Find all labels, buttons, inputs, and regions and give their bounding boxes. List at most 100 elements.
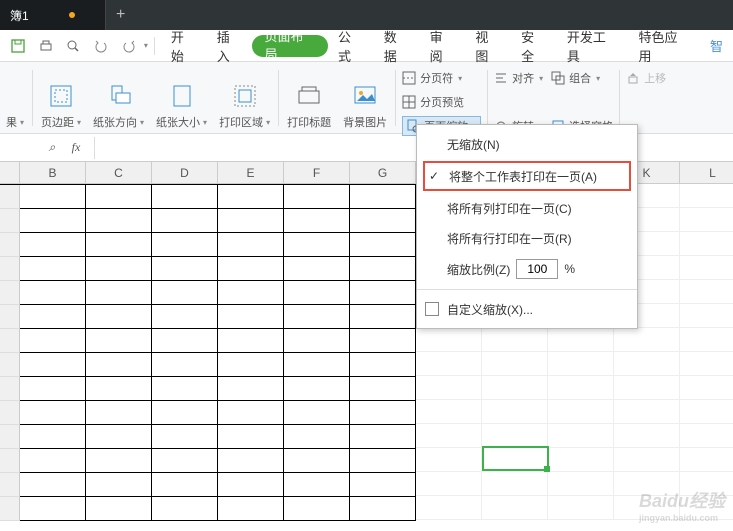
cell[interactable] — [218, 185, 284, 209]
table-row[interactable] — [0, 473, 416, 497]
table-row[interactable] — [0, 449, 416, 473]
cell[interactable] — [152, 401, 218, 425]
table-row[interactable] — [0, 329, 416, 353]
dd-fit-rows[interactable]: 将所有行打印在一页(R) — [417, 223, 637, 253]
cell[interactable] — [152, 353, 218, 377]
cell[interactable] — [680, 352, 733, 376]
col-header[interactable]: L — [680, 162, 733, 183]
menu-review[interactable]: 审阅 — [420, 30, 466, 62]
cell[interactable] — [20, 233, 86, 257]
cell[interactable] — [152, 281, 218, 305]
col-header[interactable]: G — [350, 162, 416, 183]
table-row[interactable] — [416, 400, 733, 424]
workbook-tab[interactable]: 簿1 — [0, 0, 106, 30]
cell[interactable] — [86, 425, 152, 449]
cell[interactable] — [350, 473, 416, 497]
ribbon-group[interactable]: 组合▾ — [551, 68, 613, 88]
cell[interactable] — [284, 473, 350, 497]
cell[interactable] — [350, 425, 416, 449]
table-row[interactable] — [0, 305, 416, 329]
cell[interactable] — [350, 209, 416, 233]
cell[interactable] — [614, 448, 680, 472]
cell[interactable] — [152, 425, 218, 449]
cell[interactable] — [284, 377, 350, 401]
menu-security[interactable]: 安全 — [511, 30, 557, 62]
cell[interactable] — [350, 329, 416, 353]
cell[interactable] — [416, 352, 482, 376]
cell[interactable] — [614, 352, 680, 376]
cell[interactable] — [284, 353, 350, 377]
table-row[interactable] — [0, 377, 416, 401]
cell[interactable] — [218, 233, 284, 257]
col-header[interactable]: B — [20, 162, 86, 183]
menu-smart[interactable]: 智 — [700, 30, 733, 62]
cell[interactable] — [350, 257, 416, 281]
cell[interactable] — [548, 376, 614, 400]
menu-insert[interactable]: 插入 — [207, 30, 253, 62]
cell[interactable] — [218, 305, 284, 329]
cell[interactable] — [680, 424, 733, 448]
cell[interactable] — [284, 257, 350, 281]
save-icon[interactable] — [6, 34, 30, 58]
cell[interactable] — [680, 280, 733, 304]
cell[interactable] — [86, 377, 152, 401]
cell[interactable] — [152, 305, 218, 329]
cell[interactable] — [152, 329, 218, 353]
cell[interactable] — [284, 497, 350, 521]
cell[interactable] — [350, 185, 416, 209]
preview-icon[interactable] — [62, 34, 86, 58]
cell[interactable] — [482, 496, 548, 520]
menu-page-layout[interactable]: 页面布局 — [252, 35, 328, 57]
table-row[interactable] — [0, 425, 416, 449]
table-row[interactable] — [0, 497, 416, 521]
dd-no-scale[interactable]: 无缩放(N) — [417, 129, 637, 159]
dd-fit-cols[interactable]: 将所有列打印在一页(C) — [417, 193, 637, 223]
table-row[interactable] — [0, 281, 416, 305]
ribbon-breaks[interactable]: 分页符▾ — [402, 68, 481, 88]
cell[interactable] — [20, 497, 86, 521]
cell[interactable] — [218, 257, 284, 281]
cell[interactable] — [86, 329, 152, 353]
cell[interactable] — [20, 473, 86, 497]
table-row[interactable] — [416, 448, 733, 472]
cell[interactable] — [218, 425, 284, 449]
cell[interactable] — [548, 352, 614, 376]
cell[interactable] — [20, 209, 86, 233]
table-row[interactable] — [416, 424, 733, 448]
cell[interactable] — [416, 424, 482, 448]
ribbon-move-up[interactable]: 上移 — [626, 68, 666, 88]
cell[interactable] — [416, 376, 482, 400]
scale-input[interactable] — [516, 259, 558, 279]
cell[interactable] — [20, 257, 86, 281]
ribbon-orientation[interactable]: 纸张方向▾ — [87, 66, 150, 130]
cell[interactable] — [218, 401, 284, 425]
ribbon-align[interactable]: 对齐▾ — [494, 68, 543, 88]
cell[interactable] — [152, 377, 218, 401]
cell[interactable] — [284, 185, 350, 209]
cell[interactable] — [284, 449, 350, 473]
cell[interactable] — [482, 472, 548, 496]
cell[interactable] — [548, 328, 614, 352]
cell[interactable] — [20, 281, 86, 305]
table-row[interactable] — [0, 209, 416, 233]
cell[interactable] — [86, 257, 152, 281]
table-row[interactable] — [416, 376, 733, 400]
cell[interactable] — [86, 473, 152, 497]
col-header[interactable]: C — [86, 162, 152, 183]
menu-data[interactable]: 数据 — [374, 30, 420, 62]
menu-home[interactable]: 开始 — [161, 30, 207, 62]
cell[interactable] — [218, 209, 284, 233]
cell[interactable] — [548, 496, 614, 520]
cell[interactable] — [350, 449, 416, 473]
table-row[interactable] — [0, 233, 416, 257]
cell[interactable] — [20, 353, 86, 377]
cell[interactable] — [614, 328, 680, 352]
cell[interactable] — [482, 400, 548, 424]
cell[interactable] — [350, 233, 416, 257]
table-row[interactable] — [0, 401, 416, 425]
cell[interactable] — [350, 353, 416, 377]
cell[interactable] — [680, 232, 733, 256]
cell[interactable] — [284, 329, 350, 353]
cell[interactable] — [416, 328, 482, 352]
cell[interactable] — [482, 376, 548, 400]
